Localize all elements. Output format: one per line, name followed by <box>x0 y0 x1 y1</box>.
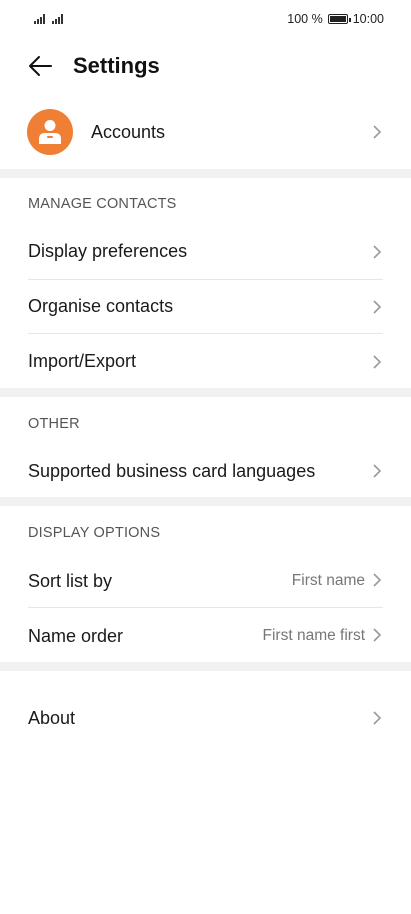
battery-percent: 100 % <box>287 12 323 26</box>
chevron-right-icon <box>373 245 382 259</box>
section-divider <box>0 662 411 671</box>
back-button[interactable] <box>26 52 54 80</box>
section-title-display-options: DISPLAY OPTIONS <box>28 525 161 541</box>
display-preferences-label: Display preferences <box>28 241 188 261</box>
chevron-right-icon <box>373 355 382 369</box>
section-divider <box>0 169 411 178</box>
business-card-languages-label: Supported business card languages <box>28 461 316 481</box>
sort-list-by-value: First name <box>291 572 365 589</box>
import-export-label: Import/Export <box>28 351 137 371</box>
status-time: 10:00 <box>352 12 384 26</box>
page-title: Settings <box>73 53 160 78</box>
chevron-right-icon <box>373 125 382 139</box>
chevron-right-icon <box>373 711 382 725</box>
section-title-other: OTHER <box>28 416 80 432</box>
organise-contacts-label: Organise contacts <box>28 296 174 316</box>
chevron-right-icon <box>373 300 382 314</box>
signal-icon <box>52 13 64 24</box>
name-order-value: First name first <box>262 627 365 644</box>
about-label: About <box>28 708 76 728</box>
sort-list-by-label: Sort list by <box>28 571 113 591</box>
section-divider <box>0 497 411 506</box>
avatar <box>27 109 73 155</box>
signal-icon <box>34 13 46 24</box>
app-header: Settings <box>0 44 411 88</box>
back-arrow-icon <box>29 56 52 76</box>
section-divider <box>0 388 411 397</box>
accounts-label: Accounts <box>91 122 166 142</box>
name-order-label: Name order <box>28 626 124 646</box>
chevron-right-icon <box>373 573 382 587</box>
battery-icon <box>327 14 351 24</box>
person-icon <box>39 120 61 144</box>
section-title-manage-contacts: MANAGE CONTACTS <box>28 196 177 212</box>
chevron-right-icon <box>373 464 382 478</box>
status-bar: 100 % 10:00 <box>0 0 411 40</box>
chevron-right-icon <box>373 628 382 642</box>
